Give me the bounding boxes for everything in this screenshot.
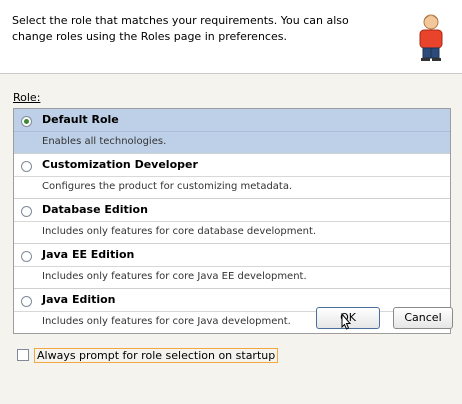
role-item-database-edition[interactable]: Database Edition Includes only features … [14, 199, 450, 244]
always-prompt-label[interactable]: Always prompt for role selection on star… [34, 347, 279, 363]
user-icon [419, 14, 443, 61]
role-label-text: Role: [13, 91, 41, 104]
role-label: Role: [13, 91, 40, 104]
role-name: Default Role [42, 113, 119, 126]
dialog-body: Role: Default Role Enables all technolog… [0, 74, 462, 404]
role-item-customization-developer[interactable]: Customization Developer Configures the p… [14, 154, 450, 199]
role-list: Default Role Enables all technologies. C… [13, 108, 451, 334]
radio-button[interactable] [21, 206, 32, 217]
radio-button[interactable] [21, 251, 32, 262]
role-name: Database Edition [42, 203, 148, 216]
role-item-default-role[interactable]: Default Role Enables all technologies. [14, 109, 450, 154]
role-item-java-edition[interactable]: Java Edition Includes only features for … [14, 289, 450, 334]
role-divider [14, 131, 450, 132]
radio-button-selected[interactable] [21, 116, 32, 127]
radio-button[interactable] [21, 296, 32, 307]
role-divider [14, 311, 450, 312]
role-description: Includes only features for core database… [42, 226, 317, 237]
role-item-java-ee-edition[interactable]: Java EE Edition Includes only features f… [14, 244, 450, 289]
role-divider [14, 266, 450, 267]
role-description: Enables all technologies. [42, 136, 167, 147]
role-name: Customization Developer [42, 158, 198, 171]
role-description: Includes only features for core Java dev… [42, 316, 291, 327]
radio-button[interactable] [21, 161, 32, 172]
role-description: Includes only features for core Java EE … [42, 271, 307, 282]
role-name: Java Edition [42, 293, 116, 306]
cancel-button[interactable]: Cancel [393, 307, 453, 329]
header-description: Select the role that matches your requir… [12, 14, 349, 43]
always-prompt-checkbox[interactable] [17, 349, 29, 361]
always-prompt-row[interactable]: Always prompt for role selection on star… [17, 347, 279, 363]
dialog-header: Select the role that matches your requir… [0, 0, 462, 74]
role-divider [14, 221, 450, 222]
ok-button[interactable]: OK [316, 307, 380, 329]
role-divider [14, 176, 450, 177]
role-description: Configures the product for customizing m… [42, 181, 293, 192]
role-name: Java EE Edition [42, 248, 135, 261]
